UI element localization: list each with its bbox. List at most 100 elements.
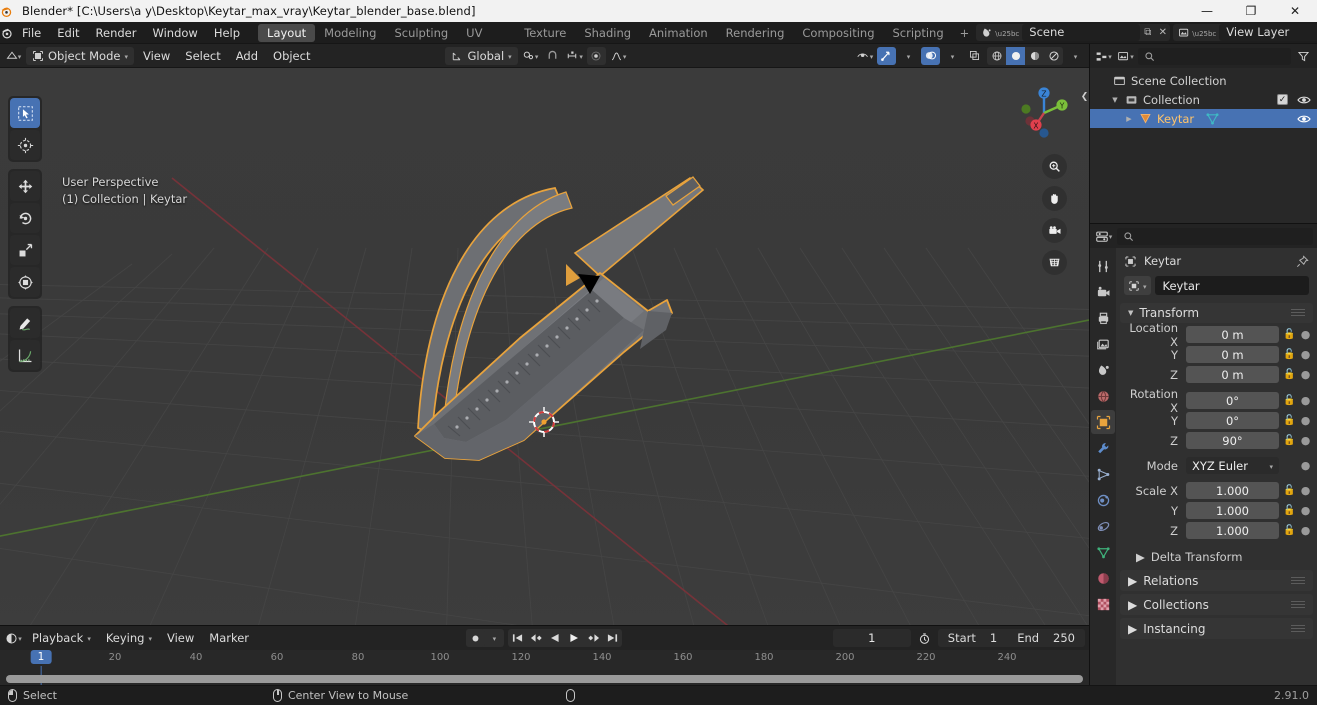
object-mode-dropdown[interactable]: Object Mode ▾	[26, 46, 134, 65]
timeline-ruler[interactable]: 20 40 60 80 100 120 140 160 180 200 220 …	[0, 650, 1089, 685]
minimize-button[interactable]: —	[1185, 0, 1229, 22]
3d-viewport[interactable]: User Perspective (1) Collection | Keytar	[0, 68, 1089, 625]
lock-icon[interactable]: 🔓	[1283, 329, 1296, 340]
expander-icon[interactable]: ▶	[1124, 115, 1134, 123]
unlink-scene-button[interactable]: ✕	[1155, 27, 1170, 38]
snap-target-icon[interactable]: ▾	[565, 47, 584, 65]
outliner-row-scene-collection[interactable]: Scene Collection	[1090, 71, 1317, 90]
scene-selector[interactable]: \u25bc Scene ⧉ ✕	[976, 24, 1171, 41]
timeline-scrollbar[interactable]	[0, 674, 1089, 684]
outliner-row-collection[interactable]: ▼ Collection ✓	[1090, 90, 1317, 109]
pan-hand-icon[interactable]	[1042, 186, 1067, 211]
collections-section[interactable]: ▶ Collections	[1120, 594, 1313, 615]
lock-icon[interactable]: 🔓	[1283, 349, 1296, 360]
scene-tab[interactable]	[1091, 358, 1115, 382]
gizmo-toggle-icon[interactable]	[877, 46, 896, 65]
rotation-z-field[interactable]: 90°	[1186, 432, 1279, 449]
overlays-toggle-icon[interactable]	[921, 46, 940, 65]
menu-render[interactable]: Render	[88, 24, 145, 42]
rotation-x-field[interactable]: 0°	[1186, 392, 1279, 409]
navigation-gizmo[interactable]: Z Y X	[1011, 80, 1077, 146]
pin-icon[interactable]	[1296, 254, 1309, 268]
eye-icon[interactable]	[1297, 94, 1311, 106]
location-x-field[interactable]: 0 m	[1186, 326, 1279, 343]
animate-dot-icon[interactable]: ●	[1300, 414, 1311, 427]
tab-shading[interactable]: Shading	[575, 24, 640, 42]
solid-shading-icon[interactable]	[1006, 46, 1025, 65]
scale-y-field[interactable]: 1.000	[1186, 502, 1279, 519]
lock-icon[interactable]: 🔓	[1283, 415, 1296, 426]
expander-icon[interactable]: ▼	[1110, 96, 1120, 104]
mesh-data-icon[interactable]	[1205, 112, 1220, 125]
material-tab[interactable]	[1091, 566, 1115, 590]
close-button[interactable]: ✕	[1273, 0, 1317, 22]
tab-animation[interactable]: Animation	[640, 24, 717, 42]
texture-tab[interactable]	[1091, 592, 1115, 616]
location-y-field[interactable]: 0 m	[1186, 346, 1279, 363]
animate-dot-icon[interactable]: ●	[1300, 394, 1311, 407]
tab-sculpting[interactable]: Sculpting	[385, 24, 457, 42]
editor-type-icon[interactable]: ▾	[4, 47, 23, 65]
tweak-select-tool[interactable]	[10, 98, 40, 128]
tab-layout[interactable]: Layout	[258, 23, 316, 42]
lock-icon[interactable]: 🔓	[1283, 525, 1296, 536]
output-tab[interactable]	[1091, 306, 1115, 330]
outliner-search-input[interactable]	[1138, 47, 1291, 65]
object-data-tab[interactable]	[1091, 540, 1115, 564]
timeline-menu-keying[interactable]: Keying ▾	[100, 629, 158, 647]
lock-icon[interactable]: 🔓	[1283, 505, 1296, 516]
toggle-perspective-icon[interactable]	[1042, 250, 1067, 275]
animate-dot-icon[interactable]: ●	[1300, 524, 1311, 537]
filter-icon[interactable]	[1294, 47, 1313, 65]
animate-dot-icon[interactable]: ●	[1300, 504, 1311, 517]
play-button[interactable]	[565, 629, 584, 647]
zoom-icon[interactable]	[1042, 154, 1067, 179]
animate-dot-icon[interactable]: ●	[1300, 484, 1311, 497]
delta-transform-subpanel[interactable]: ▶ Delta Transform	[1116, 547, 1317, 567]
menu-file[interactable]: File	[14, 24, 49, 42]
eye-icon[interactable]	[1297, 113, 1311, 125]
snap-magnet-icon[interactable]	[543, 47, 562, 65]
transform-tool[interactable]	[10, 267, 40, 297]
tab-modeling[interactable]: Modeling	[315, 24, 385, 42]
visibility-eye-icon[interactable]: ▾	[855, 47, 874, 65]
end-frame-field[interactable]: End 250	[1007, 629, 1085, 647]
rotation-y-field[interactable]: 0°	[1186, 412, 1279, 429]
jump-to-start-button[interactable]	[508, 629, 527, 647]
transform-panel-header[interactable]: ▼ Transform	[1120, 303, 1313, 323]
wireframe-shading-icon[interactable]	[987, 47, 1006, 65]
tab-scripting[interactable]: Scripting	[884, 24, 953, 42]
view-layer-selector[interactable]: \u25bc View Layer ⧉ ✕	[1173, 24, 1317, 41]
move-tool[interactable]	[10, 171, 40, 201]
timeline-menu-marker[interactable]: Marker	[203, 629, 255, 647]
lock-icon[interactable]: 🔓	[1283, 369, 1296, 380]
annotate-tool[interactable]	[10, 308, 40, 338]
measure-tool[interactable]	[10, 340, 40, 370]
falloff-curve-icon[interactable]: ▾	[609, 47, 628, 65]
overlays-dropdown-icon[interactable]: ▾	[943, 47, 962, 65]
use-preview-range-icon[interactable]	[915, 629, 934, 647]
particles-tab[interactable]	[1091, 462, 1115, 486]
auto-keying-dropdown-icon[interactable]: ▾	[485, 629, 504, 647]
xray-toggle-icon[interactable]	[965, 47, 984, 65]
lock-icon[interactable]: 🔓	[1283, 485, 1296, 496]
animate-dot-icon[interactable]: ●	[1300, 368, 1311, 381]
world-tab[interactable]	[1091, 384, 1115, 408]
object-name-field[interactable]: Keytar	[1154, 276, 1309, 295]
outliner-row-keytar[interactable]: ▶ Keytar	[1090, 109, 1317, 128]
object-tab[interactable]	[1091, 410, 1115, 434]
location-z-field[interactable]: 0 m	[1186, 366, 1279, 383]
rotation-mode-dropdown[interactable]: XYZ Euler ▾	[1186, 457, 1279, 474]
tool-tab[interactable]	[1091, 254, 1115, 278]
transform-pivot-icon[interactable]: ▾	[521, 47, 540, 65]
instancing-section[interactable]: ▶ Instancing	[1120, 618, 1313, 639]
timeline-menu-view[interactable]: View	[161, 629, 200, 647]
jump-to-end-button[interactable]	[603, 629, 622, 647]
gizmo-dropdown-icon[interactable]: ▾	[899, 47, 918, 65]
timeline-editor-type-icon[interactable]: ▾	[4, 629, 23, 647]
viewport-menu-view[interactable]: View	[137, 47, 176, 65]
blender-menu-icon[interactable]	[0, 26, 14, 40]
outliner-display-mode-icon[interactable]: ▾	[1116, 47, 1135, 65]
tab-texture-paint[interactable]: Texture Paint	[515, 24, 575, 58]
timeline-menu-playback[interactable]: Playback ▾	[26, 629, 97, 647]
